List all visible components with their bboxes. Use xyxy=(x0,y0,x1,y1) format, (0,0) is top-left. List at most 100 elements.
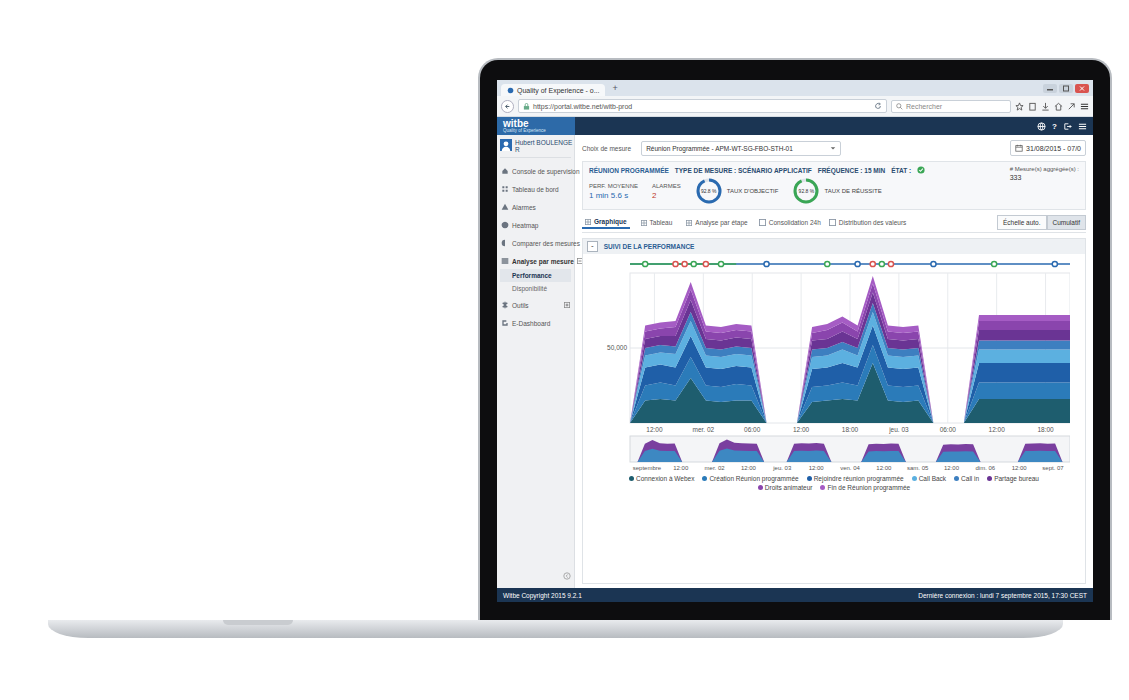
share-icon[interactable] xyxy=(1067,102,1076,111)
navigator-label: mer. 02 xyxy=(698,465,732,471)
download-icon[interactable] xyxy=(1041,102,1050,111)
laptop-notch xyxy=(223,620,293,625)
status-marker[interactable] xyxy=(764,261,769,266)
view-tab[interactable]: Tableau xyxy=(638,217,676,228)
status-marker[interactable] xyxy=(870,261,875,266)
hamburger-icon[interactable] xyxy=(1078,122,1087,131)
x-tick-label: 12:00 xyxy=(972,426,1021,433)
legend-item[interactable]: Droits animateur xyxy=(758,484,813,491)
back-arrow-icon[interactable] xyxy=(501,100,514,113)
browser-titlebar: Quality of Experience - o... + xyxy=(497,80,1093,96)
navigator-label: 12:00 xyxy=(867,465,901,471)
menu-icon[interactable] xyxy=(1080,102,1089,111)
laptop-lid: Quality of Experience - o... + https://por… xyxy=(478,58,1112,620)
star-icon[interactable] xyxy=(1015,102,1024,111)
legend-label: Création Réunion programmée xyxy=(709,475,798,482)
x-tick-label: mer. 02 xyxy=(679,426,728,433)
date-range-field[interactable]: 31/08/2015 - 07/0 xyxy=(1010,140,1086,156)
sidebar-subitem[interactable]: Disponibilité xyxy=(500,282,571,295)
range-navigator[interactable] xyxy=(598,435,1070,463)
logo-tagline: Quality of Experience xyxy=(503,129,575,134)
navigator-label: septembre xyxy=(630,465,664,471)
aggregated-label: # Mesure(s) aggrégée(s) : xyxy=(1010,166,1079,172)
series-area[interactable] xyxy=(630,283,1070,423)
legend-label: Fin de Réunion programmée xyxy=(827,484,910,491)
option-checkbox[interactable]: Distribution des valeurs xyxy=(829,219,907,226)
status-marker[interactable] xyxy=(992,261,997,266)
status-marker[interactable] xyxy=(825,261,830,266)
sidebar-item[interactable]: Heatmap xyxy=(500,217,571,233)
sidebar-subitem[interactable]: Performance xyxy=(500,269,571,282)
sidebar-item[interactable]: Tableau de bord xyxy=(500,181,571,197)
legend-label: Call in xyxy=(961,475,979,482)
legend-item[interactable]: Connexion à Webex xyxy=(629,475,694,482)
status-marker[interactable] xyxy=(879,261,884,266)
legend-item[interactable]: Rejoindre réunion programmée xyxy=(807,475,904,482)
status-marker[interactable] xyxy=(673,261,678,266)
x-tick-label: 06:00 xyxy=(728,426,777,433)
clipboard-icon[interactable] xyxy=(1028,102,1037,111)
scale-button[interactable]: Échelle auto. xyxy=(997,215,1047,230)
option-checkbox[interactable]: Consolidation 24h xyxy=(759,219,821,226)
search-field[interactable]: Rechercher xyxy=(891,100,1011,113)
view-tab[interactable]: Analyse par étape xyxy=(683,217,750,228)
scale-button[interactable]: Cumulatif xyxy=(1047,215,1086,230)
status-marker[interactable] xyxy=(931,261,936,266)
status-marker[interactable] xyxy=(1052,261,1057,266)
sidebar-item[interactable]: Alarmes xyxy=(500,199,571,215)
checkbox-icon[interactable] xyxy=(829,219,836,226)
status-marker[interactable] xyxy=(718,261,723,266)
sidebar-item-label: Console de supervision xyxy=(512,168,580,175)
legend-item[interactable]: Partage bureau xyxy=(987,475,1039,482)
home-icon[interactable] xyxy=(1054,102,1063,111)
help-button[interactable]: ? xyxy=(1052,122,1057,131)
sidebar-item[interactable]: Comparer des mesures xyxy=(500,235,571,251)
collapse-sidebar-icon[interactable] xyxy=(563,572,571,580)
globe-icon[interactable] xyxy=(1037,122,1046,131)
new-tab-button[interactable]: + xyxy=(609,83,620,93)
aggregated-value: 333 xyxy=(1010,174,1079,181)
legend-item[interactable]: Call Back xyxy=(912,475,946,482)
minimize-icon[interactable] xyxy=(1043,84,1057,93)
reload-icon[interactable] xyxy=(874,102,882,110)
collapse-button[interactable]: - xyxy=(587,241,598,252)
checkbox-icon[interactable] xyxy=(759,219,766,226)
user-name: Hubert BOULENGE xyxy=(515,139,572,146)
legend-item[interactable]: Call in xyxy=(954,475,979,482)
date-range-text: 31/08/2015 - 07/0 xyxy=(1026,145,1081,152)
navigator-label: ven. 04 xyxy=(833,465,867,471)
sidebar-item[interactable]: E-Dashboard xyxy=(500,315,571,331)
close-icon[interactable] xyxy=(1075,84,1089,93)
panel-title: SUIVI DE LA PERFORMANCE xyxy=(604,243,695,250)
status-marker[interactable] xyxy=(643,261,648,266)
expand-toggle-icon[interactable] xyxy=(564,302,570,308)
series-area[interactable] xyxy=(630,276,1070,423)
browser-tab[interactable]: Quality of Experience - o... xyxy=(501,84,605,96)
status-marker[interactable] xyxy=(691,261,696,266)
x-tick-label: 06:00 xyxy=(923,426,972,433)
sidebar-item-label: Outils xyxy=(512,302,561,309)
summary-main: RÉUNION PROGRAMMÉETYPE DE MESURE : SCÉNA… xyxy=(589,166,1002,205)
view-tab[interactable]: Graphique xyxy=(582,216,630,229)
x-tick-label: 18:00 xyxy=(826,426,875,433)
legend-dot xyxy=(629,476,634,481)
status-marker[interactable] xyxy=(682,261,687,266)
witbe-logo[interactable]: witbeQuality of Experience xyxy=(497,117,575,135)
sidebar-item[interactable]: Console de supervision xyxy=(500,163,571,179)
menu-item-icon xyxy=(501,167,509,175)
rate-gauge: 92.8 %TAUX DE RÉUSSITE xyxy=(792,177,881,205)
status-marker[interactable] xyxy=(703,261,708,266)
logout-icon[interactable] xyxy=(1063,122,1072,131)
navigator-label: dim. 06 xyxy=(968,465,1002,471)
legend-item[interactable]: Fin de Réunion programmée xyxy=(820,484,910,491)
user-block[interactable]: Hubert BOULENGER xyxy=(500,139,571,158)
maximize-icon[interactable] xyxy=(1059,84,1073,93)
address-bar[interactable]: https://portal.witbe.net/witb-prod xyxy=(518,99,887,113)
measure-select[interactable]: Réunion Programmée - APM-WT-SG-FBO-STH-0… xyxy=(641,141,841,156)
status-marker[interactable] xyxy=(888,261,893,266)
sidebar-item[interactable]: Analyse par mesure xyxy=(500,253,571,269)
legend-item[interactable]: Création Réunion programmée xyxy=(702,475,798,482)
sidebar-item[interactable]: Outils xyxy=(500,297,571,313)
status-marker[interactable] xyxy=(855,261,860,266)
gauge-label: TAUX D'OBJECTIF xyxy=(727,188,779,194)
